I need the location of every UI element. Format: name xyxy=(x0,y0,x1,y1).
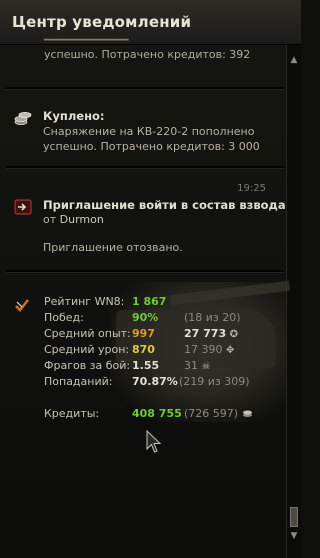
stat-label: Побед: xyxy=(44,311,84,324)
stat-label: Рейтинг WN8: xyxy=(44,295,125,308)
stat-extra: (18 из 20) xyxy=(184,311,241,324)
credits-extra: (726 597) xyxy=(184,407,239,420)
stat-extra: (219 из 309) xyxy=(179,375,250,388)
star-icon: ✪ xyxy=(229,329,238,340)
from-prefix: от xyxy=(43,213,57,226)
scroll-down-icon[interactable]: ▼ xyxy=(287,531,301,545)
platoon-invite-icon xyxy=(14,199,32,215)
stat-row-frags: Фрагов за бой: 1.55 31 ☠ xyxy=(44,359,284,374)
mouse-cursor-icon xyxy=(146,430,162,453)
stat-value: 70.87% xyxy=(132,375,178,388)
scrollbar[interactable]: ▲ ▼ xyxy=(286,45,301,558)
stat-label: Средний опыт: xyxy=(44,327,131,340)
stat-row-hits: Попаданий: 70.87% (219 из 309) xyxy=(44,375,284,390)
damage-icon: ✥ xyxy=(226,345,235,356)
stat-label: Попаданий: xyxy=(44,375,113,388)
invite-status: Приглашение отозвано. xyxy=(43,241,183,254)
sender-name[interactable]: Durmon xyxy=(60,213,104,226)
stat-label: Средний урон: xyxy=(44,343,130,356)
notification-line-1: Снаряжение на КВ-220-2 пополнено xyxy=(43,125,255,138)
stat-value: 90% xyxy=(132,311,159,324)
divider xyxy=(6,87,284,90)
stat-row-avg-damage: Средний урон: 870 17 390 ✥ xyxy=(44,343,284,358)
stat-label: Фрагов за бой: xyxy=(44,359,131,372)
battle-result-icon xyxy=(15,299,30,312)
credits-value: 408 755 xyxy=(132,407,182,420)
skull-icon: ☠ xyxy=(201,361,211,372)
stat-extra: 31 xyxy=(184,359,198,372)
scroll-thumb[interactable] xyxy=(290,507,298,527)
stat-row-credits: Кредиты: 408 755 (726 597) xyxy=(44,407,284,422)
stat-row-wins: Побед: 90% (18 из 20) xyxy=(44,311,284,326)
stat-value: 997 xyxy=(132,327,155,340)
page-title: Центр уведомлений xyxy=(12,13,192,31)
notification-title: Приглашение войти в состав взвода xyxy=(43,198,286,212)
divider xyxy=(6,166,284,169)
credits-icon xyxy=(242,410,252,417)
stat-row-wn8: Рейтинг WN8: 1 867 xyxy=(44,295,284,310)
scroll-up-icon[interactable]: ▲ xyxy=(287,55,301,69)
notification-line-2: успешно. Потрачено кредитов: 3 000 xyxy=(43,140,260,153)
notification-partial[interactable]: ▔▔▔▔▔▔▔▔▔▔ успешно. Потрачено кредитов: … xyxy=(44,39,250,62)
stat-value: 1.55 xyxy=(132,359,160,372)
stat-extra: 17 390 xyxy=(184,343,223,356)
stat-extra-bold: 27 773 xyxy=(184,327,227,340)
divider xyxy=(6,270,284,273)
notification-title: Куплено: xyxy=(43,109,105,123)
stat-label: Кредиты: xyxy=(44,407,100,420)
stat-row-avg-xp: Средний опыт: 997 27 773 ✪ xyxy=(44,327,284,342)
coins-stack-icon xyxy=(14,112,32,125)
stat-value: 1 867 xyxy=(132,295,167,308)
notification-time: 19:25 xyxy=(237,183,266,194)
stat-value: 870 xyxy=(132,343,155,356)
cut-off-line: ▔▔▔▔▔▔▔▔▔▔ xyxy=(44,39,129,52)
